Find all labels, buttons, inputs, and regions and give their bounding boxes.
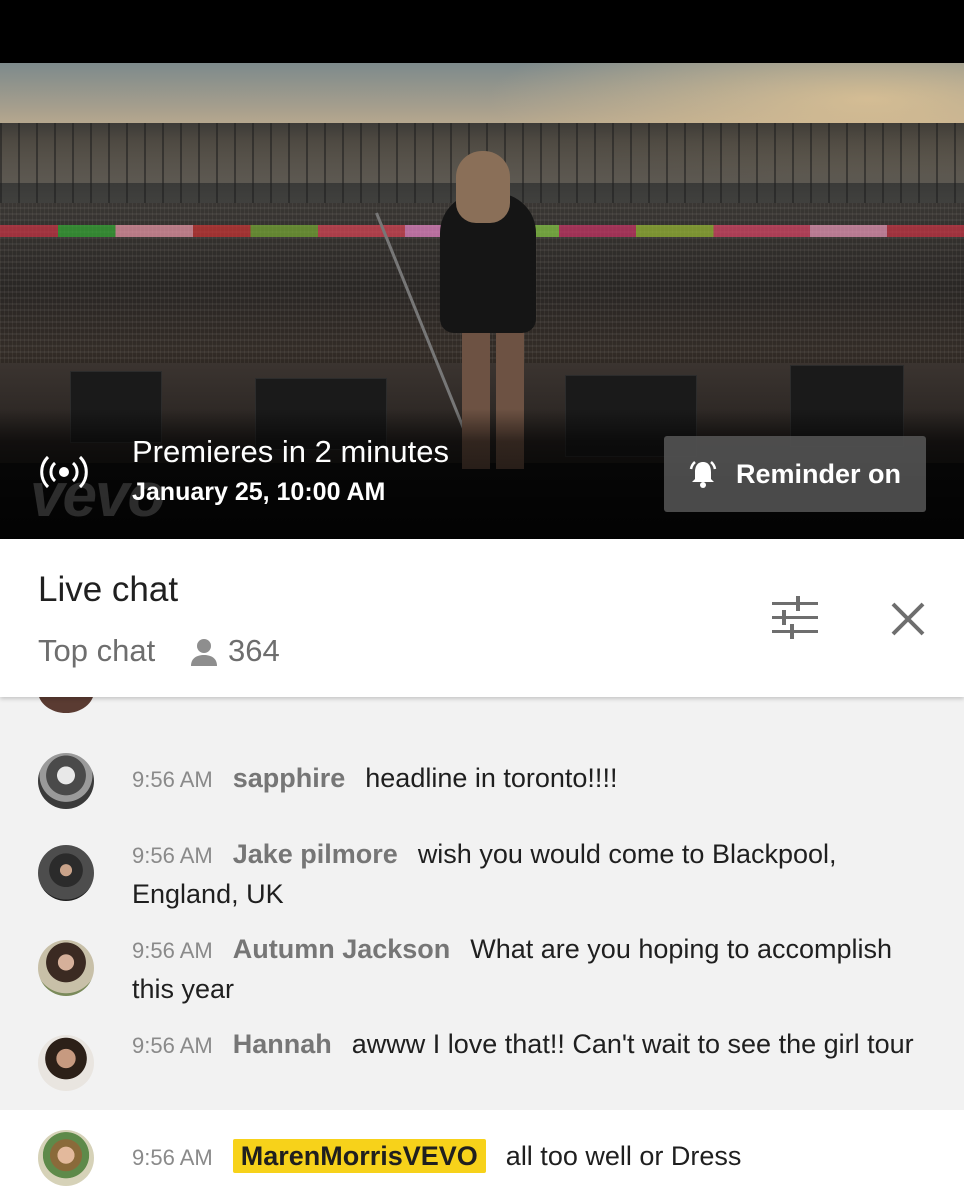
message-author[interactable]: Jake pilmore xyxy=(233,839,398,869)
message-body: all too well or Dress xyxy=(505,1141,742,1171)
message-timestamp: 9:56 AM xyxy=(132,1033,213,1058)
message-author[interactable]: sapphire xyxy=(233,763,346,793)
chat-message-text: 9:56 AM Autumn Jackson What are you hoping… xyxy=(132,930,934,1008)
avatar xyxy=(38,1035,94,1091)
message-author[interactable]: Autumn Jackson xyxy=(233,934,451,964)
premiere-countdown: Premieres in 2 minutes xyxy=(132,434,450,469)
avatar xyxy=(38,940,94,996)
message-timestamp: 9:56 AM xyxy=(132,767,213,792)
message-author[interactable]: Hannah xyxy=(233,1029,332,1059)
owner-message[interactable]: 9:56 AM MarenMorrisVEVO all too well or Dr… xyxy=(0,1110,964,1200)
live-broadcast-icon xyxy=(40,455,88,489)
message-timestamp: 9:56 AM xyxy=(132,843,213,868)
channel-owner-author[interactable]: MarenMorrisVEVO xyxy=(232,1139,486,1173)
sliders-icon[interactable] xyxy=(768,594,822,642)
chat-message-text: 9:56 AM Jake pilmore wish you would come t… xyxy=(132,835,934,913)
message-timestamp: 9:56 AM xyxy=(132,1145,213,1170)
avatar xyxy=(38,697,94,713)
avatar xyxy=(38,753,94,809)
live-chat-header: Live chat Top chat 364 xyxy=(0,539,964,697)
chat-mode-selector[interactable]: Top chat xyxy=(38,633,155,669)
chat-message-text: 9:56 AM sapphire headline in toronto!!!! xyxy=(132,759,934,799)
chat-message-text: 9:56 AM Hannah awww I love that!! Can't wa… xyxy=(132,1025,934,1065)
message-body: headline in toronto!!!! xyxy=(365,763,618,793)
close-icon[interactable] xyxy=(884,595,932,643)
chat-message-text: 9:56 AM MarenMorrisVEVO all too well or Dr… xyxy=(132,1137,934,1177)
avatar xyxy=(38,1130,94,1186)
reminder-label: Reminder on xyxy=(736,458,902,489)
performer-head xyxy=(456,151,510,223)
bell-ringing-icon xyxy=(689,461,717,488)
chat-title: Live chat xyxy=(38,570,179,609)
avatar xyxy=(38,845,94,901)
status-bar xyxy=(0,0,964,63)
message-body: awww I love that!! Can't wait to see the… xyxy=(351,1029,914,1059)
reminder-button[interactable]: Reminder on xyxy=(664,436,926,512)
viewer-count: 364 xyxy=(228,633,280,668)
message-timestamp: 9:56 AM xyxy=(132,938,213,963)
premiere-date: January 25, 10:00 AM xyxy=(132,478,386,506)
partial-message-text xyxy=(440,697,760,702)
person-icon xyxy=(191,639,217,666)
chat-message-list[interactable]: 9:56 AM sapphire headline in toronto!!!! 9… xyxy=(0,697,964,1110)
